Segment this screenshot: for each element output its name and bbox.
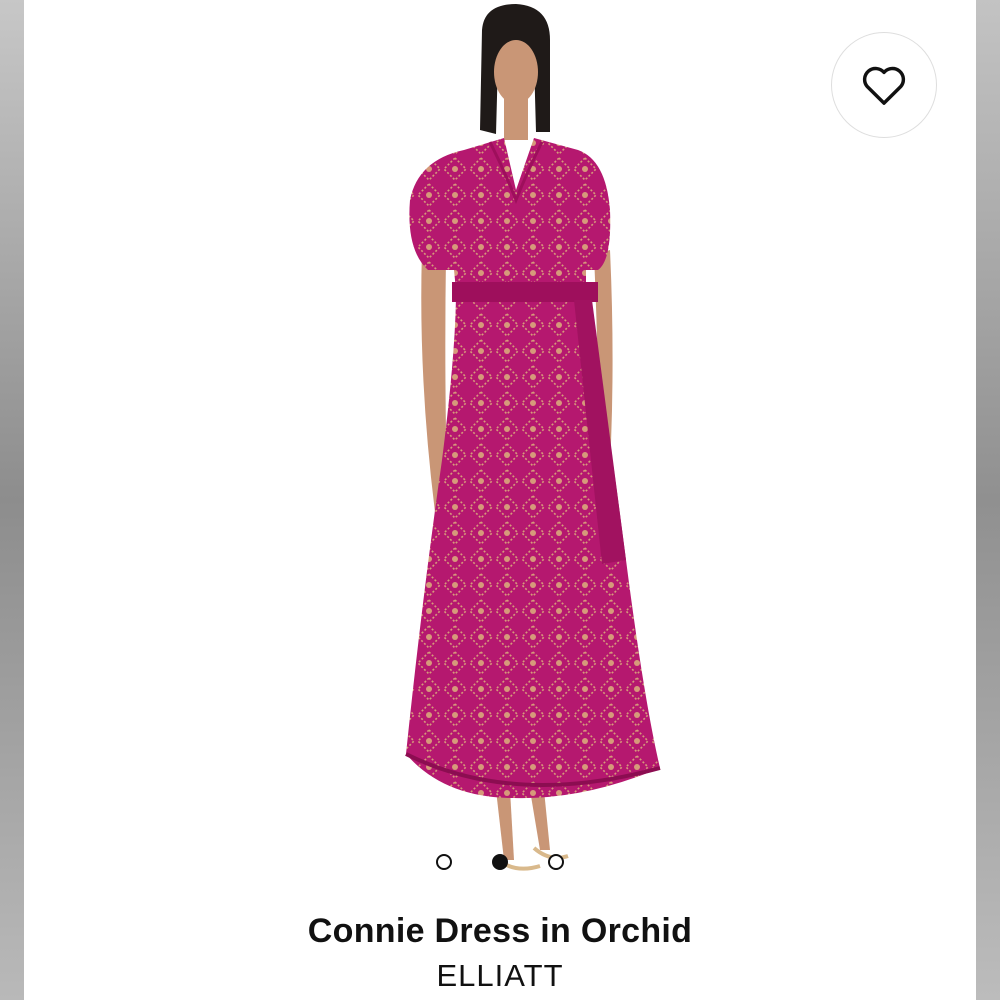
right-edge-bar bbox=[976, 0, 1000, 1000]
carousel-indicators bbox=[24, 854, 976, 870]
product-brand[interactable]: ELLIATT bbox=[24, 958, 976, 994]
carousel-dot[interactable] bbox=[436, 854, 452, 870]
favorite-button[interactable] bbox=[831, 32, 937, 138]
product-title: Connie Dress in Orchid bbox=[307, 912, 693, 950]
product-detail-view: Connie Dress in Orchid ELLIATT bbox=[24, 0, 976, 1000]
product-image[interactable] bbox=[364, 0, 664, 890]
carousel-dot[interactable] bbox=[492, 854, 508, 870]
left-edge-bar bbox=[0, 0, 24, 1000]
heart-outline-icon bbox=[862, 66, 906, 105]
carousel-dot[interactable] bbox=[548, 854, 564, 870]
